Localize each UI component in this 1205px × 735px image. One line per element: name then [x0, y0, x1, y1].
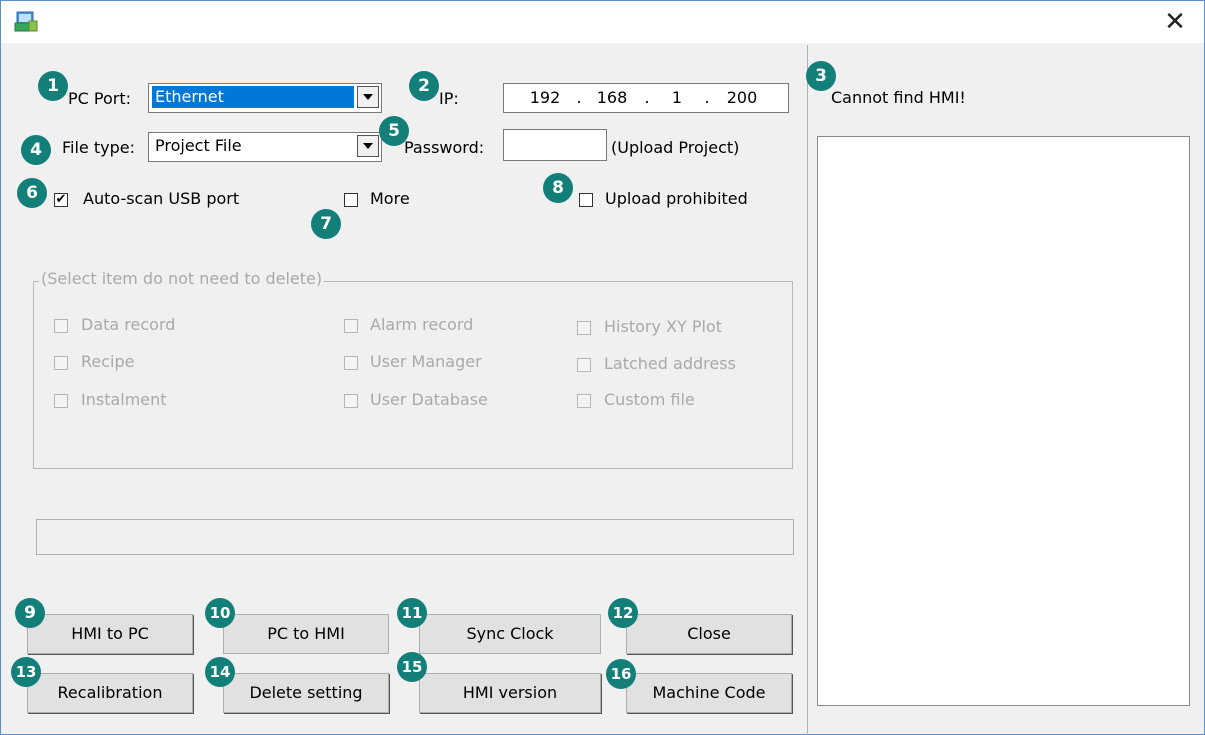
latched-address-checkbox[interactable] [577, 358, 591, 372]
history-xy-plot-checkbox[interactable] [577, 321, 591, 335]
alarm-record-label: Alarm record [370, 315, 474, 334]
chevron-down-icon[interactable] [357, 86, 379, 108]
password-hint: (Upload Project) [611, 138, 740, 157]
callout-badge-3: 3 [806, 61, 836, 91]
callout-badge-11: 11 [397, 598, 427, 628]
user-manager-label: User Manager [370, 352, 482, 371]
callout-badge-1: 1 [38, 71, 68, 101]
callout-badge-5: 5 [379, 116, 409, 146]
delete-group-title: (Select item do not need to delete) [39, 269, 325, 288]
ip-octet-4[interactable]: 200 [722, 85, 762, 111]
user-manager-checkbox[interactable] [344, 356, 358, 370]
latched-address-label: Latched address [604, 354, 736, 373]
password-label: Password: [404, 138, 485, 157]
user-database-checkbox[interactable] [344, 394, 358, 408]
callout-badge-14: 14 [205, 657, 235, 687]
callout-badge-12: 12 [608, 598, 638, 628]
custom-file-checkbox[interactable] [577, 394, 591, 408]
alarm-record-checkbox[interactable] [344, 319, 358, 333]
hmi-version-button[interactable]: HMI version [419, 673, 601, 713]
callout-badge-4: 4 [21, 135, 51, 165]
status-message: Cannot find HMI! [831, 88, 966, 107]
panel-divider [807, 45, 808, 735]
machine-code-button[interactable]: Machine Code [626, 673, 792, 713]
callout-badge-2: 2 [409, 71, 439, 101]
ip-dot: . [576, 88, 582, 107]
title-bar: ✕ [1, 1, 1204, 43]
upload-download-dialog: ✕ PC Port: Ethernet IP: 192 . 168 . 1 . … [0, 0, 1205, 735]
user-database-label: User Database [370, 390, 488, 409]
file-type-dropdown[interactable]: Project File [148, 132, 382, 162]
auto-scan-label: Auto-scan USB port [83, 189, 240, 208]
password-input[interactable] [503, 129, 607, 161]
ip-octet-3[interactable]: 1 [662, 85, 692, 111]
file-type-value: Project File [155, 136, 242, 155]
instalment-label: Instalment [81, 390, 167, 409]
ip-address-field[interactable]: 192 . 168 . 1 . 200 [503, 83, 789, 113]
callout-badge-6: 6 [17, 178, 47, 208]
callout-badge-15: 15 [397, 652, 427, 682]
pc-to-hmi-button[interactable]: PC to HMI [223, 614, 389, 654]
more-label: More [370, 189, 410, 208]
more-checkbox[interactable] [344, 193, 358, 207]
delete-options-group [33, 281, 793, 469]
hmi-list-box[interactable] [817, 136, 1190, 706]
instalment-checkbox[interactable] [54, 394, 68, 408]
window-close-icon[interactable]: ✕ [1160, 7, 1190, 37]
auto-scan-checkbox[interactable]: ✔ [54, 193, 68, 207]
hmi-to-pc-button[interactable]: HMI to PC [27, 614, 193, 654]
callout-badge-13: 13 [11, 657, 41, 687]
pc-port-value: Ethernet [152, 86, 354, 108]
ip-octet-1[interactable]: 192 [524, 85, 566, 111]
custom-file-label: Custom file [604, 390, 695, 409]
ip-dot: . [644, 88, 650, 107]
recipe-label: Recipe [81, 352, 135, 371]
close-button[interactable]: Close [626, 614, 792, 654]
callout-badge-8: 8 [543, 173, 573, 203]
data-record-label: Data record [81, 315, 176, 334]
sync-clock-button[interactable]: Sync Clock [419, 614, 601, 654]
callout-badge-7: 7 [311, 209, 341, 239]
history-xy-plot-label: History XY Plot [604, 317, 722, 336]
ip-dot: . [704, 88, 710, 107]
ip-label: IP: [439, 89, 459, 108]
callout-badge-10: 10 [205, 598, 235, 628]
delete-setting-button[interactable]: Delete setting [223, 673, 389, 713]
file-type-label: File type: [62, 138, 135, 157]
data-record-checkbox[interactable] [54, 319, 68, 333]
recalibration-button[interactable]: Recalibration [27, 673, 193, 713]
pc-port-dropdown[interactable]: Ethernet [148, 83, 382, 113]
pc-port-label: PC Port: [68, 89, 132, 108]
upload-prohibited-checkbox[interactable] [579, 193, 593, 207]
recipe-checkbox[interactable] [54, 356, 68, 370]
ip-octet-2[interactable]: 168 [592, 85, 632, 111]
progress-bar [36, 519, 794, 555]
app-icon [14, 11, 38, 32]
upload-prohibited-label: Upload prohibited [605, 189, 748, 208]
chevron-down-icon[interactable] [357, 135, 379, 157]
callout-badge-16: 16 [606, 659, 636, 689]
callout-badge-9: 9 [15, 598, 45, 628]
